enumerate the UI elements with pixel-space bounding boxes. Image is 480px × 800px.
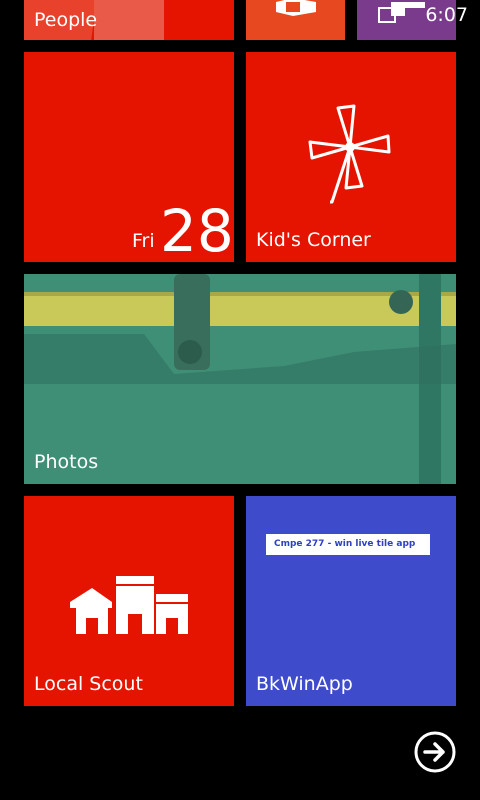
bkwinapp-tile[interactable]: Cmpe 277 - win live tile app BkWinApp [246, 496, 456, 706]
arrow-right-circle-icon [414, 731, 456, 773]
calendar-tile[interactable]: Fri 28 [24, 52, 234, 262]
calendar-day: Fri [132, 230, 155, 252]
photos-label: Photos [34, 451, 99, 473]
bkwinapp-label: BkWinApp [256, 673, 353, 695]
office-tile[interactable] [246, 0, 345, 40]
office-icon [276, 0, 316, 16]
people-tile[interactable]: People [24, 0, 234, 40]
local-scout-tile[interactable]: Local Scout [24, 496, 234, 706]
bkwinapp-note: Cmpe 277 - win live tile app [266, 534, 430, 555]
calendar-date: 28 [160, 197, 234, 262]
people-photo-right [94, 0, 164, 40]
local-scout-label: Local Scout [34, 673, 143, 695]
photos-tile[interactable]: Photos [24, 274, 456, 484]
all-apps-button[interactable] [414, 731, 456, 773]
kids-corner-label: Kid's Corner [256, 229, 371, 251]
people-tile-label: People [34, 9, 98, 31]
status-time: 6:07 [425, 4, 468, 26]
kids-corner-tile[interactable]: Kid's Corner [246, 52, 456, 262]
